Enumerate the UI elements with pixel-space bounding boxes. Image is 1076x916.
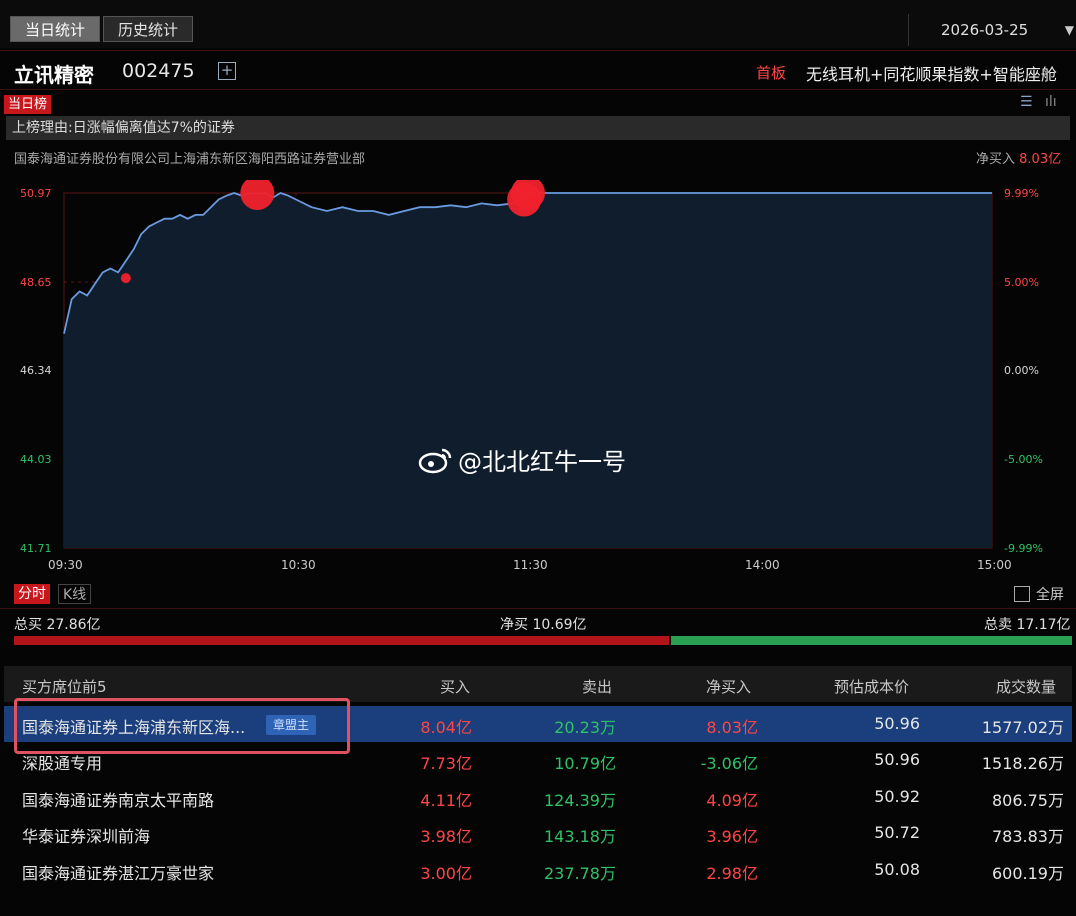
- listing-reason: 上榜理由:日涨幅偏离值达7%的证券: [6, 116, 1070, 140]
- concept-tags: 无线耳机+同花顺果指数+智能座舱: [806, 65, 1057, 84]
- cell-cost: 50.08: [874, 860, 920, 879]
- cell-qty: 806.75万: [992, 791, 1064, 810]
- chevron-down-icon: ▼: [1064, 23, 1074, 37]
- cell-net: 4.09亿: [706, 791, 758, 810]
- col-header-buy[interactable]: 买入: [440, 676, 470, 697]
- watermark: @北北红牛一号: [418, 442, 626, 477]
- stock-header: 立讯精密 002475 + 首板 无线耳机+同花顺果指数+智能座舱: [0, 50, 1076, 90]
- cell-cost: 50.96: [874, 714, 920, 733]
- stock-name: 立讯精密: [14, 63, 94, 87]
- net-buy-value: 8.03亿: [1019, 152, 1062, 167]
- date-picker[interactable]: 2026-03-25 ▼: [908, 14, 1076, 46]
- price-area: [64, 193, 992, 548]
- table-row[interactable]: 华泰证券深圳前海 3.98亿 143.18万 3.96亿 50.72 783.83万: [4, 815, 1072, 851]
- sell-ratio-bar: [671, 636, 1072, 645]
- table-row[interactable]: 国泰海通证券南京太平南路 4.11亿 124.39万 4.09亿 50.92 806.75…: [4, 779, 1072, 815]
- col-header-seat[interactable]: 买方席位前5: [22, 676, 107, 697]
- tab-kline[interactable]: K线: [58, 584, 92, 604]
- board-label: 首板: [756, 64, 787, 82]
- cell-cost: 50.72: [874, 823, 920, 842]
- cell-buy: 7.73亿: [420, 754, 472, 773]
- col-header-net[interactable]: 净买入: [706, 676, 751, 697]
- cell-sell: 10.79亿: [554, 754, 616, 773]
- add-watchlist-icon[interactable]: +: [218, 62, 236, 80]
- cell-sell: 143.18万: [544, 827, 616, 846]
- bar-chart-icon[interactable]: ılı: [1045, 94, 1057, 110]
- list-view-icon[interactable]: ☰: [1020, 94, 1033, 110]
- cell-buy: 8.04亿: [420, 718, 472, 737]
- seat-name: 华泰证券深圳前海: [22, 827, 151, 846]
- list-badge: 当日榜: [4, 95, 52, 114]
- stock-code: 002475: [122, 60, 195, 82]
- cell-qty: 600.19万: [992, 864, 1064, 883]
- x-tick: 14:00: [745, 558, 780, 572]
- total-sell: 总卖 17.17亿: [984, 617, 1071, 633]
- intraday-chart[interactable]: [0, 180, 1076, 560]
- cell-sell: 124.39万: [544, 791, 616, 810]
- col-header-qty[interactable]: 成交数量: [996, 676, 1056, 697]
- view-toggle[interactable]: ☰ ılı: [1020, 94, 1057, 110]
- fullscreen-label: 全屏: [1036, 587, 1064, 603]
- cell-buy: 4.11亿: [420, 791, 472, 810]
- cell-sell: 237.78万: [544, 864, 616, 883]
- table-header: 买方席位前5 买入 卖出 净买入 预估成本价 成交数量: [4, 666, 1072, 702]
- highlight-box: [14, 698, 350, 754]
- cell-cost: 50.92: [874, 787, 920, 806]
- cell-net: 2.98亿: [706, 864, 758, 883]
- weibo-icon: [418, 448, 452, 474]
- cell-net: 8.03亿: [706, 718, 758, 737]
- x-tick: 09:30: [48, 558, 83, 572]
- watermark-text: @北北红牛一号: [458, 448, 626, 476]
- cell-sell: 20.23万: [554, 718, 616, 737]
- broker-name: 国泰海通证券股份有限公司上海浦东新区海阳西路证券营业部: [14, 152, 366, 167]
- tab-today-stats[interactable]: 当日统计: [10, 16, 101, 42]
- fullscreen-icon: [1014, 586, 1030, 602]
- cell-net: 3.96亿: [706, 827, 758, 846]
- tab-minute[interactable]: 分时: [14, 584, 50, 604]
- buy-ratio-bar: [14, 636, 669, 645]
- col-header-sell[interactable]: 卖出: [582, 676, 612, 697]
- date-value: 2026-03-25: [941, 21, 1029, 39]
- broker-net-buy: 净买入 8.03亿: [976, 148, 1061, 167]
- total-buy: 总买 27.86亿: [14, 617, 101, 633]
- col-header-cost[interactable]: 预估成本价: [834, 676, 909, 697]
- table-row[interactable]: 国泰海通证券湛江万豪世家 3.00亿 237.78万 2.98亿 50.08 600.19…: [4, 852, 1072, 888]
- cell-buy: 3.00亿: [420, 864, 472, 883]
- divider: [0, 608, 1076, 609]
- fullscreen-button[interactable]: 全屏: [1014, 584, 1064, 604]
- total-net: 净买 10.69亿: [500, 617, 587, 633]
- x-tick: 11:30: [513, 558, 548, 572]
- cell-cost: 50.96: [874, 750, 920, 769]
- cell-qty: 783.83万: [992, 827, 1064, 846]
- cell-net: -3.06亿: [700, 754, 758, 773]
- seat-name: 国泰海通证券湛江万豪世家: [22, 864, 215, 883]
- seat-name: 国泰海通证券南京太平南路: [22, 791, 215, 810]
- tab-history-stats[interactable]: 历史统计: [103, 16, 194, 42]
- net-buy-label: 净买入: [976, 152, 1016, 167]
- x-tick: 15:00: [977, 558, 1012, 572]
- x-tick: 10:30: [281, 558, 316, 572]
- cell-qty: 1577.02万: [981, 718, 1064, 737]
- cell-buy: 3.98亿: [420, 827, 472, 846]
- trade-marker[interactable]: [120, 273, 131, 284]
- cell-qty: 1518.26万: [981, 754, 1064, 773]
